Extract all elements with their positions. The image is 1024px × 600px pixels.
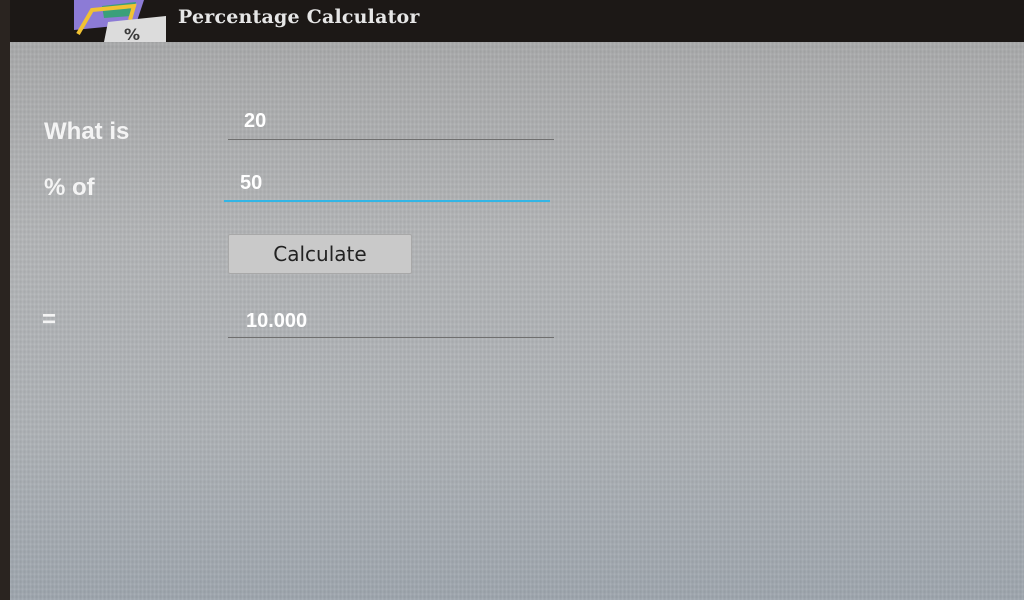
percent-of-label: % of: [44, 174, 95, 201]
app-title: Percentage Calculator: [178, 6, 420, 28]
what-is-input[interactable]: [228, 104, 554, 140]
percent-of-input[interactable]: [224, 166, 550, 202]
calculate-button[interactable]: Calculate: [228, 234, 412, 274]
app-screen: % Percentage Calculator What is % of Cal…: [10, 0, 1024, 600]
equals-label: =: [42, 306, 57, 333]
calculator-content: What is % of Calculate = 10.000: [10, 42, 1024, 600]
what-is-label: What is: [44, 118, 130, 145]
svg-text:%: %: [124, 25, 140, 42]
result-value: 10.000: [228, 304, 554, 338]
action-bar: % Percentage Calculator: [10, 0, 1024, 42]
percent-app-icon: %: [74, 0, 170, 42]
